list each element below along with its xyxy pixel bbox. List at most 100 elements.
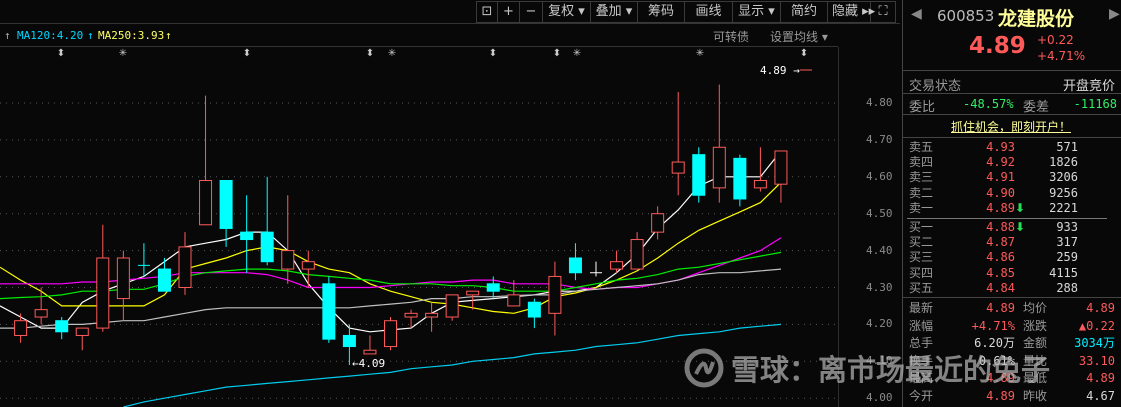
event-marker: ✳ — [573, 48, 581, 59]
overlay-dropdown[interactable]: 叠加 ▾ — [591, 2, 638, 22]
zoom-out-button[interactable]: − — [520, 2, 543, 22]
fuquan-dropdown[interactable]: 复权 ▾ — [543, 2, 591, 22]
stat-label: 最低 — [1023, 371, 1048, 386]
bid-row[interactable]: 买五 4.84 288 — [903, 281, 1121, 296]
candle-body — [301, 261, 315, 270]
set-ma-dropdown[interactable]: 设置均线 ▾ — [770, 28, 828, 45]
draw-line-button[interactable]: 画线 — [685, 2, 733, 22]
stat-label: 金额 — [1023, 336, 1048, 351]
candle-body — [342, 334, 356, 348]
stat-label: 涨幅 — [909, 318, 934, 333]
arrow-up-icon: ↑ — [165, 29, 172, 42]
stat-label: 涨跌 — [1023, 318, 1048, 333]
weicha-label: 委差 — [1023, 100, 1050, 115]
event-marker: ✳ — [119, 48, 127, 59]
y-tick-label: 4.00 — [866, 391, 893, 405]
ask-price: 4.89 — [986, 200, 1015, 215]
y-tick-label: 4.20 — [866, 317, 893, 331]
stat-value: 33.10 — [1078, 353, 1115, 368]
stock-name: 龙建股份 — [998, 8, 1075, 30]
ask-label: 卖四 — [909, 155, 934, 170]
last-price-label: 4.89 → — [760, 64, 800, 77]
bid-volume: 317 — [1056, 235, 1078, 250]
ask-row[interactable]: 卖一 4.89 ⬇ 2221 — [903, 201, 1121, 216]
y-tick-label: 4.60 — [866, 169, 893, 183]
event-marker: ⬍ — [57, 48, 65, 59]
ask-row[interactable]: 卖二 4.90 9256 — [903, 186, 1121, 201]
stat-label: 昨收 — [1023, 389, 1048, 403]
stat-value: 4.89 — [986, 389, 1015, 403]
ma120-legend[interactable]: MA120:4.20 — [17, 29, 83, 42]
ask-volume: 9256 — [1049, 185, 1078, 200]
candle-body — [445, 294, 459, 318]
bid-price: 4.85 — [986, 265, 1015, 280]
y-tick-label: 4.10 — [866, 354, 893, 368]
stat-value: 4.89 — [986, 371, 1015, 386]
chips-button[interactable]: 筹码 — [638, 2, 685, 22]
candle-body — [55, 320, 69, 333]
stat-value: 6.20万 — [974, 336, 1015, 351]
down-arrow-icon: ⬇ — [1015, 200, 1026, 215]
stat-value: 4.89 — [1086, 301, 1115, 315]
bid-label: 买一 — [909, 220, 934, 234]
divider — [903, 137, 1121, 138]
ask-row[interactable]: 卖三 4.91 3206 — [903, 170, 1121, 185]
ma250-legend[interactable]: MA250:3.93 — [98, 29, 164, 42]
hide-button[interactable]: 隐藏 ▸▸ — [828, 2, 875, 22]
bid-price: 4.86 — [986, 250, 1015, 265]
ask-price: 4.90 — [986, 185, 1015, 200]
moving-average-line — [123, 323, 782, 407]
bid-volume: 4115 — [1049, 265, 1078, 280]
candle-body — [610, 261, 624, 270]
candle-body — [651, 213, 665, 233]
arrow-up-icon: ↑ — [4, 29, 11, 42]
candle-body — [425, 312, 439, 318]
stat-value: 3034万 — [1074, 336, 1115, 351]
bid-row[interactable]: 买三 4.86 259 — [903, 250, 1121, 265]
event-marker: ✳ — [696, 48, 704, 59]
ask-label: 卖五 — [909, 140, 934, 154]
ask-row[interactable]: 卖五 4.93 571 — [903, 140, 1121, 155]
ask-price: 4.92 — [986, 155, 1015, 170]
bid-volume: 259 — [1056, 250, 1078, 265]
low-price-label: ←4.09 — [352, 357, 385, 370]
bid-price: 4.88 — [986, 220, 1015, 234]
event-marker: ⬍ — [553, 48, 561, 59]
bid-price: 4.84 — [986, 280, 1015, 295]
candle-body — [404, 312, 418, 318]
ask-label: 卖二 — [909, 185, 934, 200]
stat-value: 4.67 — [1086, 389, 1115, 403]
bid-row[interactable]: 买四 4.85 4115 — [903, 266, 1121, 281]
next-stock-icon[interactable]: ▶ — [1109, 6, 1120, 22]
simple-button[interactable]: 简约 — [781, 2, 828, 22]
ask-label: 卖三 — [909, 170, 934, 185]
status-value: 开盘竞价 — [1062, 79, 1115, 94]
candle-body — [363, 349, 377, 355]
display-dropdown[interactable]: 显示 ▾ — [733, 2, 781, 22]
bid-label: 买四 — [909, 265, 934, 280]
stock-code: 600853 — [937, 7, 995, 25]
zoom-in-button[interactable]: + — [498, 2, 520, 22]
open-account-link[interactable]: 抓住机会，即刻开户！ — [951, 118, 1071, 135]
candle-body — [384, 320, 397, 348]
arrow-up-icon: ↑ — [87, 29, 94, 42]
bid-volume: 933 — [1056, 220, 1078, 234]
ask-volume: 2221 — [1049, 200, 1078, 215]
bid-row[interactable]: 买二 4.87 317 — [903, 235, 1121, 250]
kline-chart[interactable]: ⬍ ✳ ⬍ ⬍ ✳ ⬍ ⬍ ✳ ✳ ⬍4.89 →←4.09 — [0, 47, 838, 407]
stat-label: 今开 — [909, 389, 934, 403]
candle-body — [630, 239, 644, 270]
y-tick-label: 4.70 — [866, 132, 893, 146]
prev-stock-icon[interactable]: ◀ — [911, 6, 922, 22]
event-marker: ⬍ — [489, 48, 497, 59]
candle-body — [157, 268, 171, 292]
lock-button[interactable]: ⊡ — [477, 2, 498, 22]
divider — [0, 23, 900, 24]
candle-body — [466, 290, 480, 296]
convertible-bond-button[interactable]: 可转债 — [713, 28, 749, 45]
candle-body — [527, 301, 541, 318]
ask-row[interactable]: 卖四 4.92 1826 — [903, 155, 1121, 170]
fullscreen-icon[interactable]: ⛶ — [871, 2, 895, 22]
divider — [907, 218, 1107, 219]
bid-row[interactable]: 买一 4.88 ⬇ 933 — [903, 220, 1121, 235]
